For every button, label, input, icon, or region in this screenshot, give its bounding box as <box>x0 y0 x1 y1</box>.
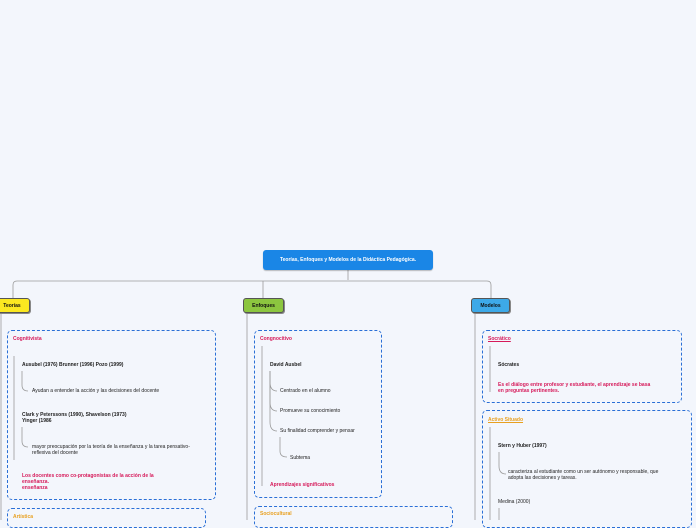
artistica-group[interactable] <box>7 508 206 528</box>
branch-modelos[interactable]: Modelos <box>471 298 510 313</box>
clark-node-line2[interactable]: Yinger (1986 <box>22 418 52 424</box>
socrates-node[interactable]: Sócrates <box>498 362 519 368</box>
item-finalidad[interactable]: Su finalidad comprender y pensar <box>280 428 355 434</box>
docentes-line3[interactable]: enseñanza <box>22 485 48 491</box>
cognoscitivo-title[interactable]: Congnocitivo <box>260 336 292 342</box>
item-promueve[interactable]: Promueve su conocimiento <box>280 408 340 414</box>
cognoscitivo-group[interactable] <box>254 330 382 498</box>
stern-note-line2[interactable]: adopta las decisiones y tareas. <box>508 475 577 481</box>
medina-node[interactable]: Medina (2000) <box>498 499 530 505</box>
branch-teorias[interactable]: Teorías <box>0 298 30 313</box>
aprendizajes-node[interactable]: Aprendizajes significativos <box>270 482 334 488</box>
clark-note-line2[interactable]: reflexiva del docente <box>32 450 78 456</box>
ausubel-node[interactable]: Ausubel (1976) Brunner (1996) Pozo (1999… <box>22 362 123 368</box>
branch-bar <box>12 280 492 298</box>
cognitivista-title[interactable]: Cognitivista <box>13 336 42 342</box>
ausubel-note[interactable]: Ayudan a entender la acción y las decisi… <box>32 388 159 394</box>
artistica-title[interactable]: Artística <box>13 514 33 520</box>
branch-enfoques[interactable]: Enfoques <box>243 298 284 313</box>
ausbel-node[interactable]: David Ausbel <box>270 362 302 368</box>
subtema-node[interactable]: Subtema <box>290 455 310 461</box>
item-centrado[interactable]: Centrado en el alumno <box>280 388 331 394</box>
socratico-note-line2[interactable]: en preguntas pertinentes. <box>498 388 559 394</box>
sociocultural-group[interactable] <box>254 506 453 528</box>
socratico-title[interactable]: Socrático <box>488 336 511 342</box>
sociocultural-title[interactable]: Sociocultural <box>260 511 292 517</box>
activo-title[interactable]: Activo Situado <box>488 417 523 423</box>
root-topic[interactable]: Teorías, Enfoques y Modelos de la Didáct… <box>263 250 433 270</box>
stern-node[interactable]: Stern y Huber (1997) <box>498 443 547 449</box>
